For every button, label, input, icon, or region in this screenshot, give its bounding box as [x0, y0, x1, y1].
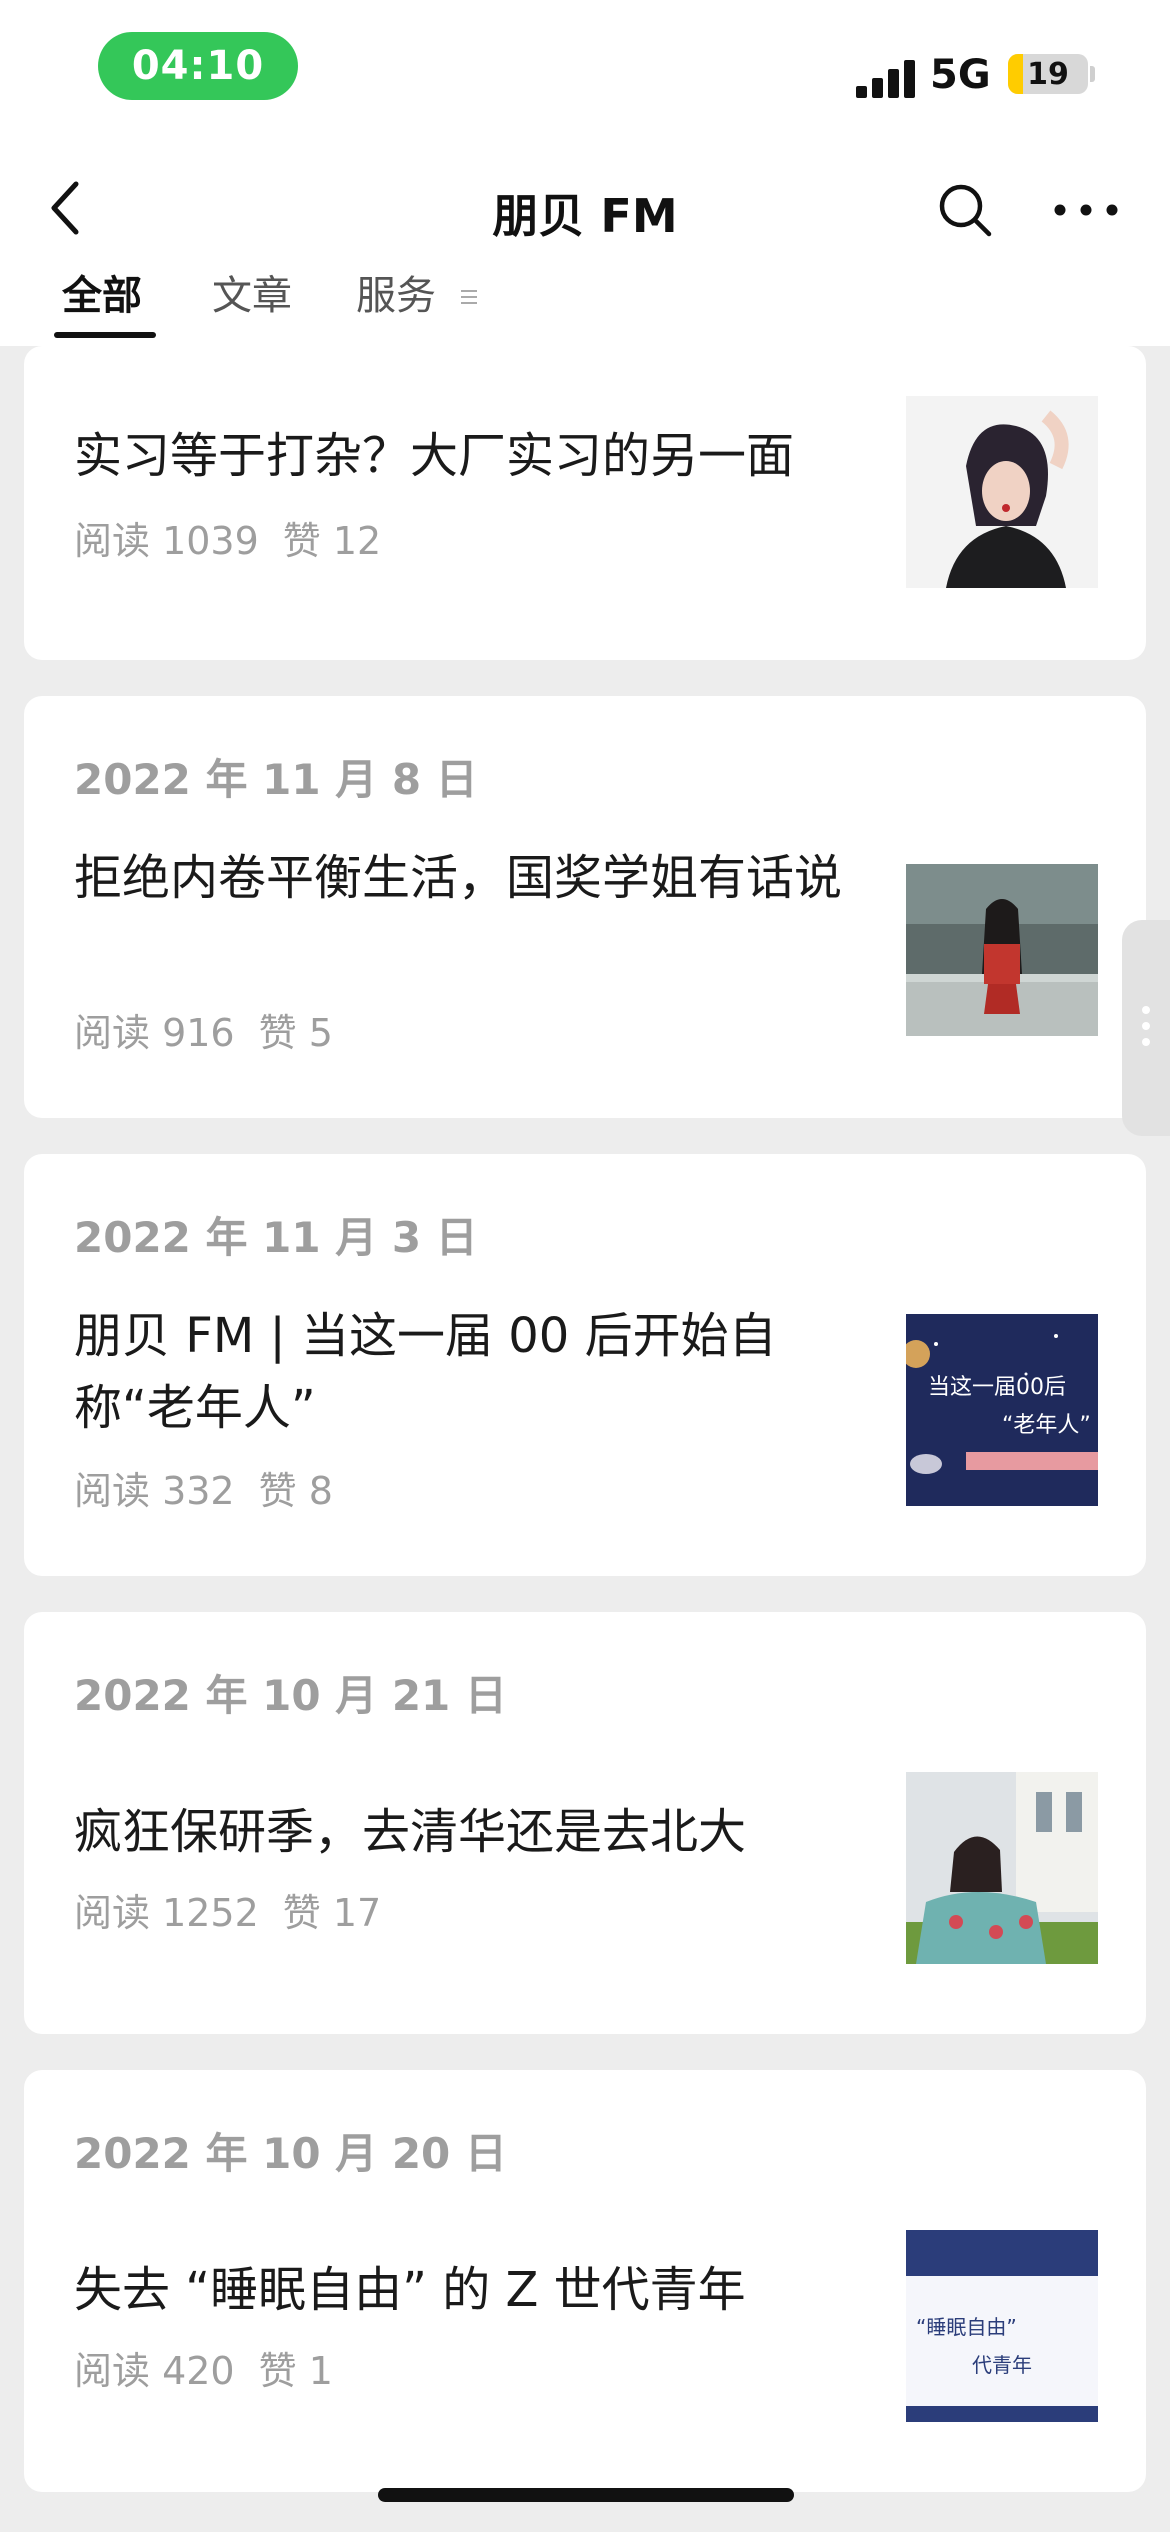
article-title: 朋贝 FM | 当这一届 00 后开始自称“老年人” [74, 1308, 777, 1436]
read-count: 阅读 332 [74, 1469, 235, 1513]
home-indicator [378, 2488, 794, 2502]
battery-icon: 19 [1008, 54, 1088, 94]
article-title: 失去 “睡眠自由” 的 Z 世代青年 [74, 2262, 746, 2318]
battery-cap [1090, 66, 1095, 82]
article-thumbnail: “睡眠自由” 代青年 [906, 2230, 1098, 2422]
status-bar: 04:10 5G 19 [0, 0, 1170, 140]
thumbnail-text: “睡眠自由” [916, 2315, 1017, 2339]
article-card[interactable]: 2022 年 11 月 8 日 拒绝内卷平衡生活，国奖学姐有话说 阅读 916 赞… [24, 696, 1146, 1118]
more-options-button[interactable] [1050, 180, 1122, 240]
article-thumbnail [906, 396, 1098, 588]
article-stats: 阅读 916 赞 5 [74, 1002, 357, 1057]
article-thumbnail: 当这一届00后 “老年人” [906, 1314, 1098, 1506]
tab-bar: 全部 文章 服务 [0, 268, 1170, 346]
article-card[interactable]: 2022 年 11 月 3 日 朋贝 FM | 当这一届 00 后开始自称“老年… [24, 1154, 1146, 1576]
article-stats: 阅读 420 赞 1 [74, 2340, 357, 2395]
thumbnail-text: “老年人” [1002, 1413, 1091, 1438]
article-stats: 阅读 1039 赞 12 [74, 510, 405, 565]
read-count: 阅读 1252 [74, 1891, 259, 1935]
article-stats: 阅读 1252 赞 17 [74, 1882, 405, 1937]
network-type: 5G [930, 52, 991, 98]
tab-active-indicator [54, 332, 156, 338]
like-count: 赞 8 [258, 1469, 333, 1513]
tab-articles[interactable]: 文章 [212, 268, 292, 346]
article-date: 2022 年 11 月 3 日 [74, 1213, 478, 1262]
article-date: 2022 年 11 月 8 日 [74, 755, 478, 804]
article-card[interactable]: 实习等于打杂？大厂实习的另一面 阅读 1039 赞 12 [24, 346, 1146, 660]
like-count: 赞 5 [258, 1011, 333, 1055]
services-menu-icon[interactable] [460, 288, 478, 306]
search-icon [939, 184, 992, 237]
like-count: 赞 17 [282, 1891, 382, 1935]
thumbnail-text: 当这一届00后 [928, 1375, 1066, 1400]
status-time: 04:10 [98, 32, 298, 100]
article-title: 实习等于打杂？大厂实习的另一面 [74, 428, 795, 484]
article-date: 2022 年 10 月 21 日 [74, 1671, 507, 1720]
like-count: 赞 1 [258, 2349, 333, 2393]
article-thumbnail [906, 864, 1098, 1036]
search-button[interactable] [935, 180, 995, 240]
read-count: 阅读 1039 [74, 519, 259, 563]
article-title: 疯狂保研季，去清华还是去北大 [74, 1804, 747, 1860]
article-thumbnail [906, 1772, 1098, 1964]
like-count: 赞 12 [282, 519, 382, 563]
read-count: 阅读 420 [74, 2349, 235, 2393]
scroll-handle[interactable] [1122, 920, 1170, 1136]
thumbnail-text: 代青年 [972, 2353, 1032, 2377]
battery-level: 19 [1027, 56, 1069, 92]
article-card[interactable]: 2022 年 10 月 21 日 疯狂保研季，去清华还是去北大 阅读 1252 赞… [24, 1612, 1146, 2034]
read-count: 阅读 916 [74, 1011, 235, 1055]
nav-header: 朋贝 FM 全部 文章 服务 [0, 140, 1170, 346]
article-title: 拒绝内卷平衡生活，国奖学姐有话说 [74, 850, 843, 906]
cellular-signal-icon [856, 58, 916, 98]
tab-services[interactable]: 服务 [356, 268, 436, 346]
article-date: 2022 年 10 月 20 日 [74, 2129, 507, 2178]
article-card[interactable]: 2022 年 10 月 20 日 失去 “睡眠自由” 的 Z 世代青年 阅读 4… [24, 2070, 1146, 2492]
article-stats: 阅读 332 赞 8 [74, 1460, 357, 1515]
more-dots-icon [1054, 204, 1118, 216]
